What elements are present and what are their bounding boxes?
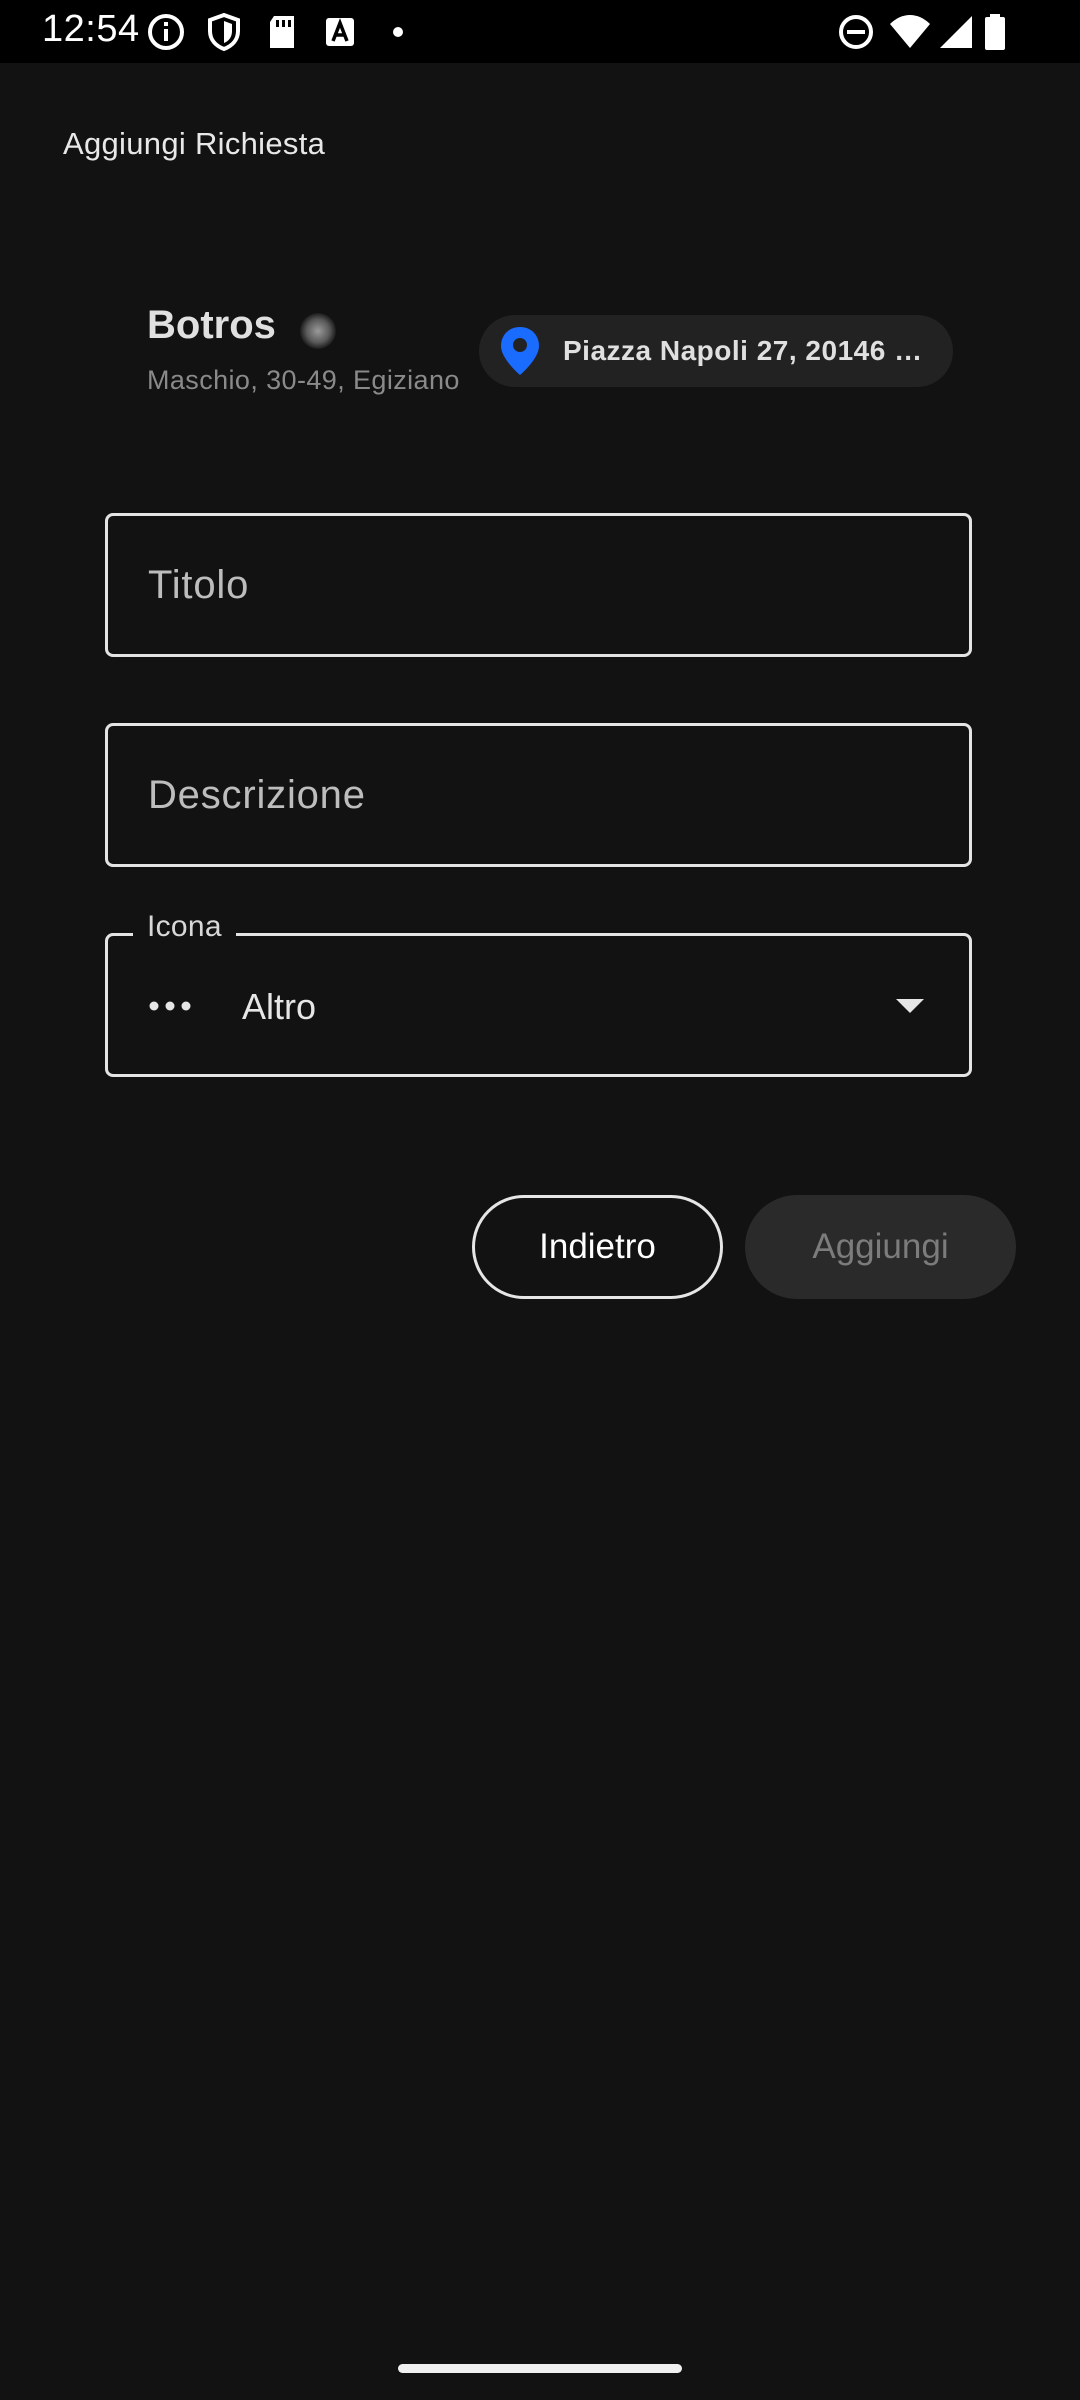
dot-icon — [393, 27, 403, 37]
shield-icon — [208, 12, 240, 52]
person-details: Maschio, 30-49, Egiziano — [147, 365, 460, 395]
screen: 12:54 Aggiungi Richiesta Botros Maschio,… — [0, 0, 1080, 2400]
page-title: Aggiungi Richiesta — [63, 126, 326, 161]
dropdown-arrow-icon[interactable] — [896, 999, 924, 1013]
description-input[interactable] — [108, 726, 969, 864]
icon-select-label: Icona — [133, 910, 236, 944]
location-text: Piazza Napoli 27, 20146 Milano — [563, 335, 933, 366]
accessibility-a-icon — [326, 18, 354, 46]
status-bar: 12:54 — [0, 0, 1080, 63]
status-indicator — [300, 313, 336, 349]
gesture-nav-handle[interactable] — [398, 2364, 682, 2373]
title-input[interactable] — [108, 516, 969, 654]
more-horiz-icon — [149, 1001, 191, 1011]
icon-select[interactable]: Icona Altro — [105, 910, 972, 1077]
sd-card-icon — [270, 16, 294, 48]
info-icon — [148, 14, 184, 50]
status-time: 12:54 — [42, 8, 140, 50]
add-button[interactable]: Aggiungi — [745, 1195, 1016, 1299]
back-button[interactable]: Indietro — [472, 1195, 723, 1299]
signal-icon — [940, 16, 972, 48]
title-field[interactable] — [105, 513, 972, 657]
battery-icon — [985, 14, 1005, 50]
wifi-icon — [890, 15, 930, 48]
description-field[interactable] — [105, 723, 972, 867]
location-chip[interactable]: Piazza Napoli 27, 20146 Milano — [479, 315, 953, 387]
do-not-disturb-icon — [839, 15, 873, 49]
location-pin-icon — [501, 327, 539, 375]
icon-select-value: Altro — [242, 986, 317, 1027]
person-name: Botros — [147, 303, 276, 347]
